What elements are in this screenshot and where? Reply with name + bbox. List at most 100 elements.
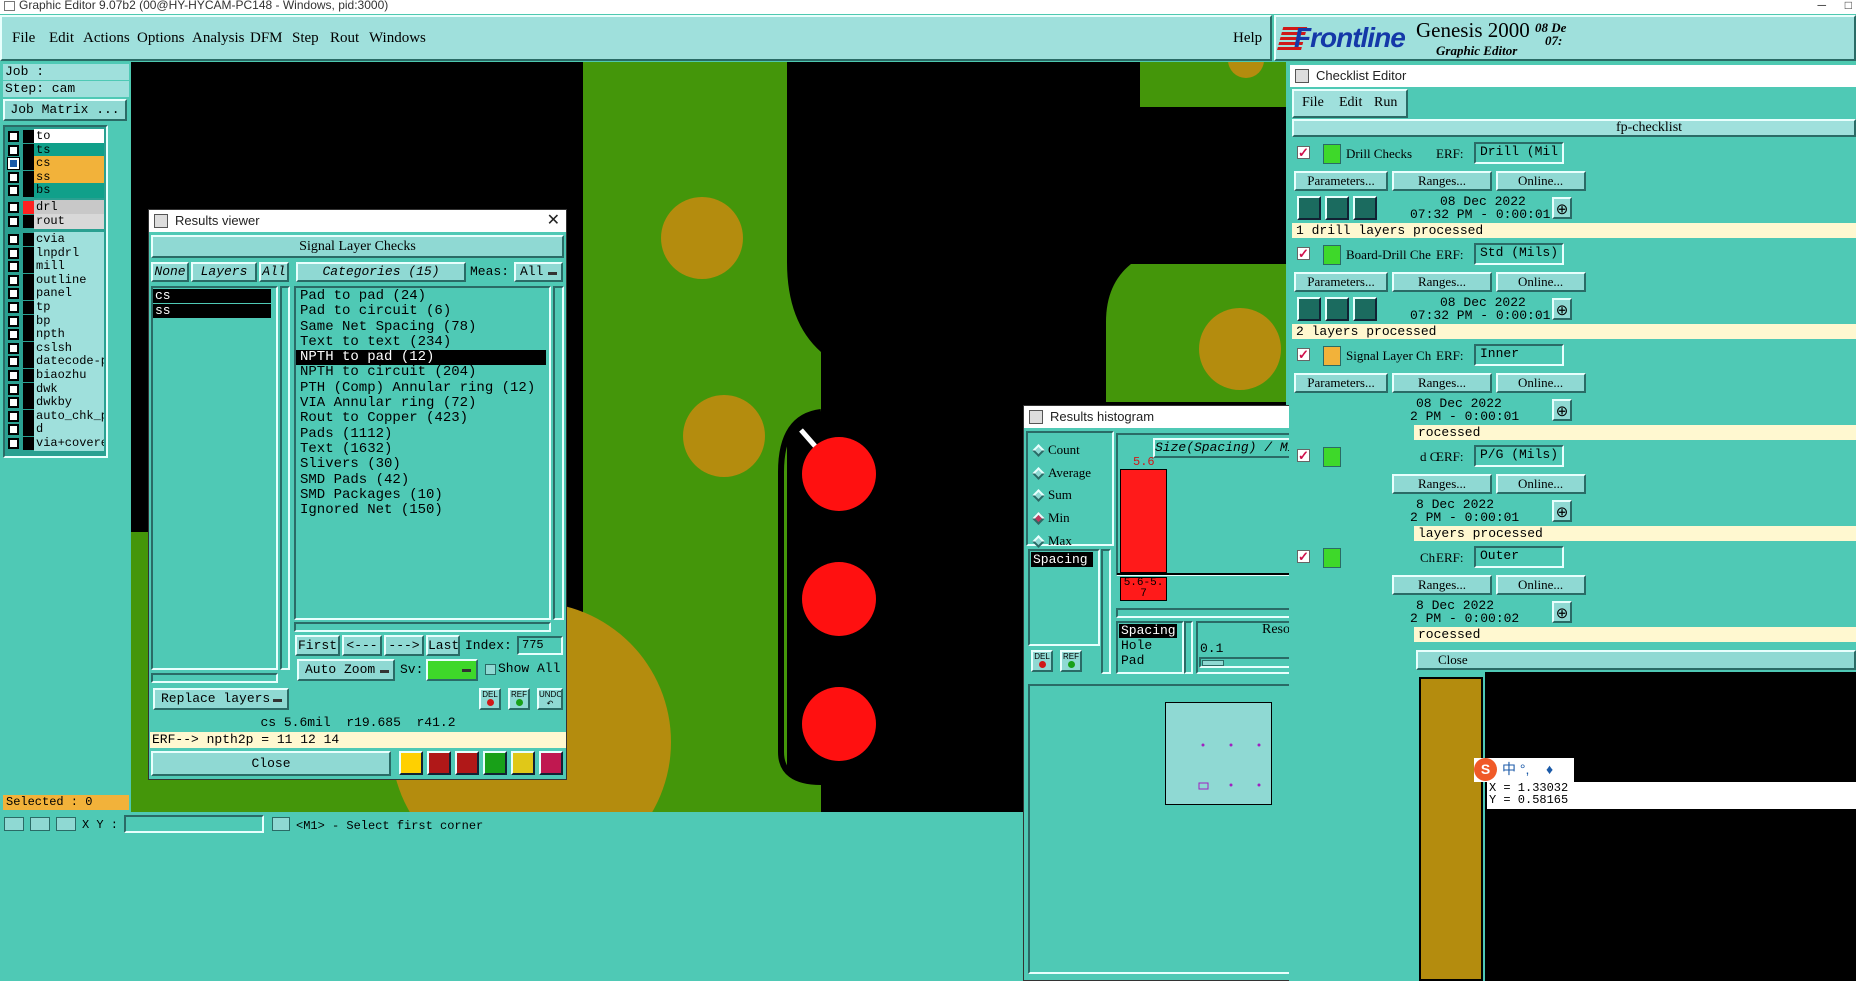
layers-vscroll[interactable] xyxy=(280,286,290,670)
bottom-tool-icon[interactable] xyxy=(56,817,76,831)
layer-list-item[interactable]: ss xyxy=(153,304,271,318)
auto-zoom-select[interactable]: Auto Zoom xyxy=(297,659,395,681)
checklist-close-button[interactable]: Close xyxy=(1416,650,1856,670)
online-button[interactable]: Online... xyxy=(1496,373,1586,393)
highlight-icon[interactable] xyxy=(399,751,423,775)
meas-select[interactable]: All xyxy=(514,262,563,282)
job-matrix-button[interactable]: Job Matrix ... xyxy=(3,99,127,121)
hist-ref-button[interactable]: REF xyxy=(1060,650,1082,672)
run-icon[interactable] xyxy=(1325,196,1349,220)
layer-checkbox[interactable] xyxy=(8,315,19,327)
field-list-item[interactable]: Hole xyxy=(1119,639,1177,653)
menu-step[interactable]: Step xyxy=(292,30,319,47)
field-list-item[interactable]: Spacing xyxy=(1119,624,1177,638)
layer-row-via+covered[interactable]: via+covered xyxy=(6,436,104,451)
last-button[interactable]: Last xyxy=(426,635,460,656)
microphone-icon[interactable]: ♦ xyxy=(1546,758,1553,780)
layer-name[interactable]: rout xyxy=(34,214,104,229)
run-icon[interactable] xyxy=(1297,297,1321,321)
layer-checkbox[interactable] xyxy=(8,202,19,213)
run-icon[interactable] xyxy=(1353,196,1377,220)
layer-checkbox[interactable] xyxy=(8,410,19,422)
first-button[interactable]: First xyxy=(295,635,340,656)
layer-checkbox[interactable] xyxy=(8,424,19,436)
layers-hscroll[interactable] xyxy=(151,673,278,683)
category-item[interactable]: SMD Pads (42) xyxy=(296,472,546,488)
zoom-icon[interactable]: ⊕ xyxy=(1552,601,1572,623)
layer-checkbox[interactable] xyxy=(8,383,19,395)
cross-icon[interactable] xyxy=(455,751,479,775)
category-item[interactable]: Ignored Net (150) xyxy=(296,502,546,518)
check-enable-checkbox[interactable]: ✓ xyxy=(1297,247,1310,260)
number-icon[interactable] xyxy=(483,751,507,775)
layer-row-drl[interactable]: drl xyxy=(6,200,104,215)
all-button[interactable]: All xyxy=(259,262,289,282)
layer-checkbox[interactable] xyxy=(8,370,19,381)
stat-option-label[interactable]: Count xyxy=(1048,442,1080,458)
bottom-tool-icon[interactable] xyxy=(30,817,50,831)
layers-listbox[interactable] xyxy=(151,286,278,670)
layer-checkbox[interactable] xyxy=(7,157,20,171)
parameters-button[interactable]: Parameters... xyxy=(1294,373,1388,393)
run-icon[interactable] xyxy=(1297,196,1321,220)
histogram-icon[interactable] xyxy=(539,751,563,775)
ranges-button[interactable]: Ranges... xyxy=(1392,373,1492,393)
ranges-button[interactable]: Ranges... xyxy=(1392,171,1492,191)
category-item[interactable]: VIA Annular ring (72) xyxy=(296,395,546,411)
layer-checkbox[interactable] xyxy=(8,216,19,227)
online-button[interactable]: Online... xyxy=(1496,474,1586,494)
menu-analysis[interactable]: Analysis xyxy=(192,30,245,47)
results-close-button[interactable]: Close xyxy=(151,751,391,776)
ime-toolbar[interactable]: S 中 °, ♦ xyxy=(1474,758,1574,782)
check-enable-checkbox[interactable]: ✓ xyxy=(1297,348,1310,361)
category-item[interactable]: Pad to circuit (6) xyxy=(296,303,546,319)
category-item[interactable]: PTH (Comp) Annular ring (12) xyxy=(296,380,546,396)
zoom-icon[interactable]: ⊕ xyxy=(1552,298,1572,320)
spacing-list-item[interactable]: Spacing xyxy=(1031,552,1093,567)
category-item[interactable]: Slivers (30) xyxy=(296,456,546,472)
online-button[interactable]: Online... xyxy=(1496,272,1586,292)
layer-checkbox[interactable] xyxy=(8,185,19,197)
layer-checkbox[interactable] xyxy=(8,171,19,183)
layer-checkbox[interactable] xyxy=(8,247,19,259)
checklist-menu-edit[interactable]: Edit xyxy=(1339,95,1362,111)
prev-button[interactable]: <--- xyxy=(342,635,382,656)
stat-option-label[interactable]: Sum xyxy=(1048,487,1072,503)
layer-checkbox[interactable] xyxy=(8,356,19,368)
menu-dfm[interactable]: DFM xyxy=(250,30,283,47)
layer-checkbox[interactable] xyxy=(8,261,19,273)
none-button[interactable]: None xyxy=(151,262,189,282)
layer-list-item[interactable]: cs xyxy=(153,289,271,303)
run-icon[interactable] xyxy=(1325,297,1349,321)
category-item[interactable]: Pad to pad (24) xyxy=(296,288,546,304)
slider-thumb[interactable] xyxy=(1202,660,1224,666)
menu-help[interactable]: Help xyxy=(1233,30,1262,47)
parameters-button[interactable]: Parameters... xyxy=(1294,171,1388,191)
layer-checkbox[interactable] xyxy=(8,342,19,354)
flag-icon[interactable] xyxy=(427,751,451,775)
layer-checkbox[interactable] xyxy=(8,144,19,156)
erf-input[interactable]: Outer xyxy=(1474,546,1564,568)
next-button[interactable]: ---> xyxy=(384,635,424,656)
category-item[interactable]: NPTH to circuit (204) xyxy=(296,365,546,381)
replace-layers-select[interactable]: Replace layers xyxy=(153,688,289,710)
online-button[interactable]: Online... xyxy=(1496,171,1586,191)
layer-checkbox[interactable] xyxy=(8,329,19,341)
category-item[interactable]: Pads (1112) xyxy=(296,426,546,442)
online-button[interactable]: Online... xyxy=(1496,575,1586,595)
layer-checkbox[interactable] xyxy=(8,274,19,286)
ranges-button[interactable]: Ranges... xyxy=(1392,272,1492,292)
stat-option-label[interactable]: Max xyxy=(1048,533,1072,549)
erf-input[interactable]: P/G (Mils) xyxy=(1474,445,1564,467)
layer-name[interactable]: via+covered xyxy=(34,436,104,451)
category-item[interactable]: Same Net Spacing (78) xyxy=(296,319,546,335)
close-icon[interactable]: ✕ xyxy=(547,210,560,232)
bottom-tool-icon[interactable] xyxy=(4,817,24,831)
spacing-list-vscroll[interactable] xyxy=(1101,549,1111,674)
layer-row-bs[interactable]: bs xyxy=(6,183,104,199)
del-button[interactable]: DEL xyxy=(479,688,501,710)
layer-checkbox[interactable] xyxy=(8,288,19,300)
board-preview-map[interactable] xyxy=(1165,702,1272,805)
check-enable-checkbox[interactable]: ✓ xyxy=(1297,146,1310,159)
maximize-icon[interactable]: □ xyxy=(1845,0,1852,11)
